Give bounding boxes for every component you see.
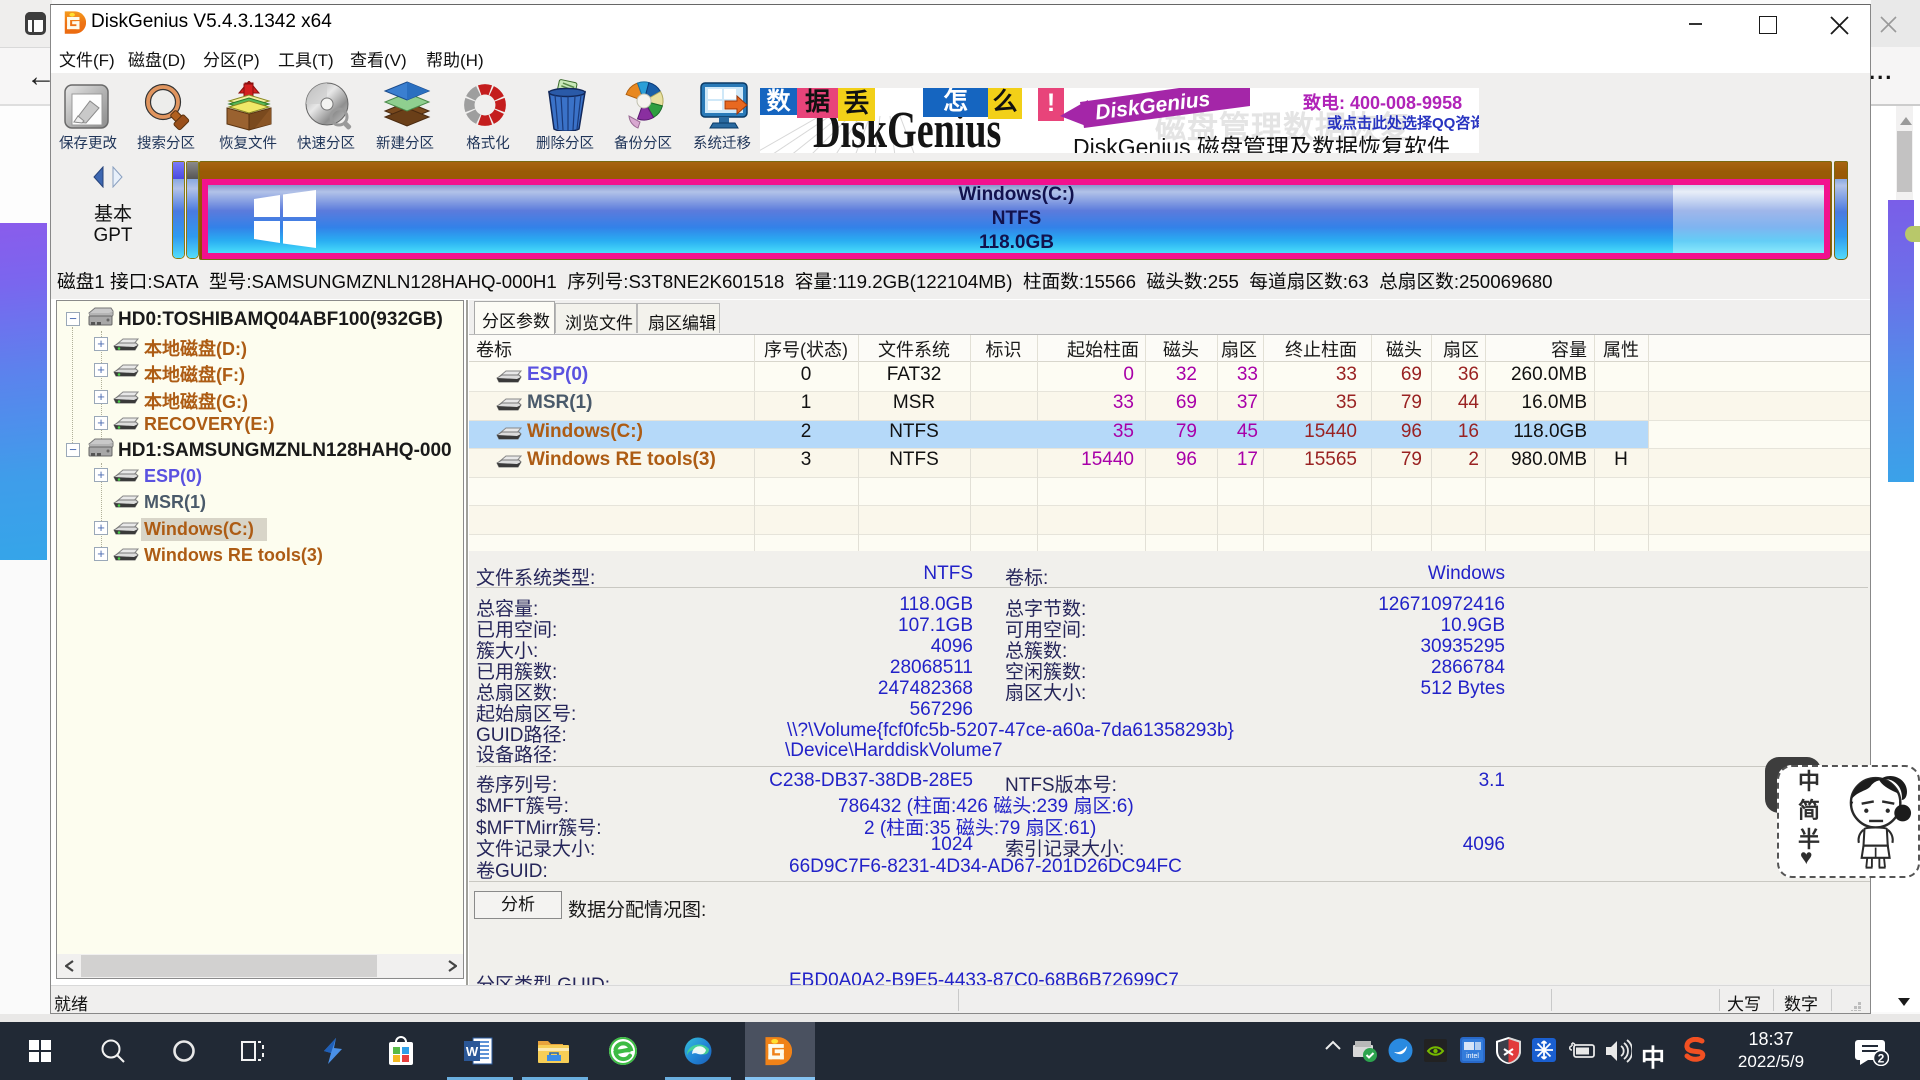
svg-text:W: W: [466, 1044, 479, 1059]
svg-text:DiskGenius: DiskGenius: [1094, 88, 1211, 124]
svg-text:2: 2: [1878, 1052, 1885, 1066]
svg-text:intel: intel: [1466, 1053, 1479, 1060]
